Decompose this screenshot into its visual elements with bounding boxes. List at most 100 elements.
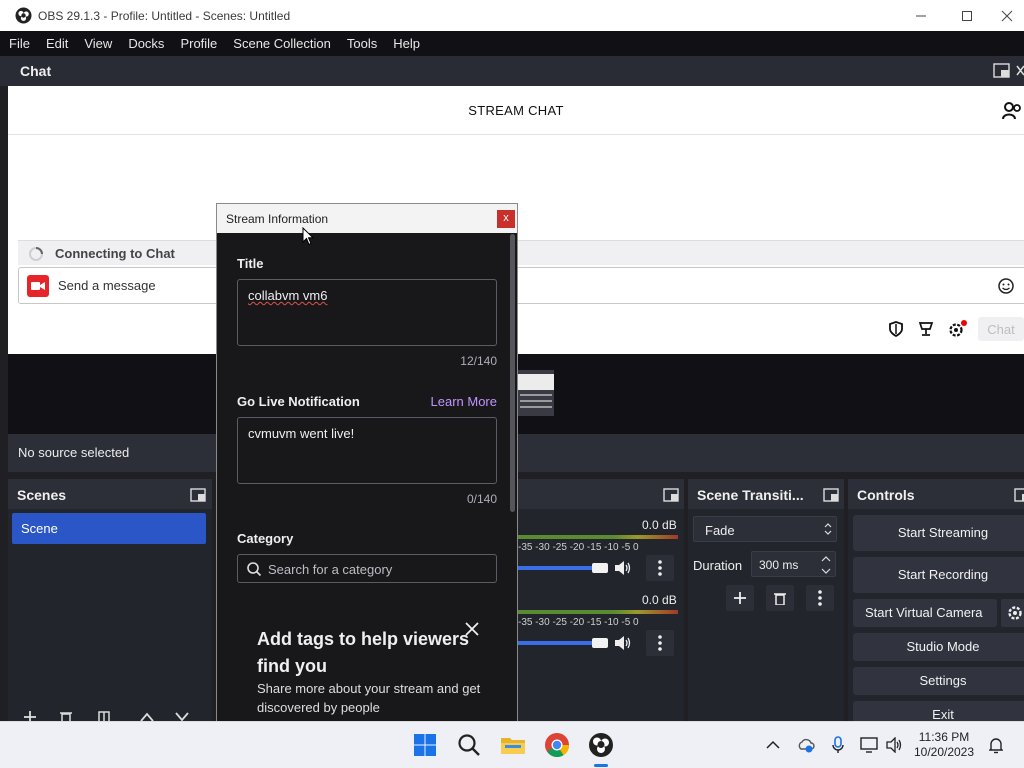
notification-value: cvmuvm went live! bbox=[248, 426, 355, 441]
menu-profile[interactable]: Profile bbox=[180, 36, 217, 51]
mixer-channel-1-menu-icon[interactable] bbox=[646, 555, 674, 581]
menu-scene-collection[interactable]: Scene Collection bbox=[233, 36, 331, 51]
windows-start-icon[interactable] bbox=[412, 732, 438, 758]
menu-bar: File Edit View Docks Profile Scene Colle… bbox=[0, 31, 1024, 56]
chat-divider bbox=[8, 134, 1024, 135]
windows-taskbar: 11:36 PM 10/20/2023 bbox=[0, 721, 1024, 768]
chat-dock-title: Chat bbox=[20, 63, 52, 79]
chat-send-button[interactable]: Chat bbox=[978, 317, 1024, 341]
menu-file[interactable]: File bbox=[9, 36, 30, 51]
mixer-channel-1-db: 0.0 dB bbox=[642, 518, 677, 532]
minimize-button[interactable] bbox=[898, 0, 944, 31]
shield-icon[interactable] bbox=[888, 321, 904, 337]
menu-tools[interactable]: Tools bbox=[347, 36, 377, 51]
tags-heading: Add tags to help viewers find you bbox=[257, 629, 470, 676]
emoji-icon[interactable] bbox=[998, 278, 1014, 294]
dialog-title: Stream Information bbox=[226, 212, 329, 226]
start-virtual-camera-button[interactable]: Start Virtual Camera bbox=[853, 599, 997, 627]
settings-button[interactable]: Settings bbox=[853, 667, 1024, 695]
window-title: OBS 29.1.3 - Profile: Untitled - Scenes:… bbox=[38, 9, 291, 23]
duration-label: Duration bbox=[693, 558, 743, 573]
no-source-text: No source selected bbox=[18, 445, 130, 460]
undock-icon[interactable] bbox=[190, 488, 206, 502]
title-char-count: 12/140 bbox=[460, 354, 497, 368]
transition-menu-icon[interactable] bbox=[806, 585, 834, 611]
virtual-camera-settings-icon[interactable] bbox=[1001, 599, 1024, 627]
mixer-channel-2-db: 0.0 dB bbox=[642, 593, 677, 607]
add-transition-icon[interactable] bbox=[726, 585, 754, 611]
category-label: Category bbox=[237, 531, 294, 546]
dialog-close-button[interactable]: x bbox=[497, 210, 515, 228]
message-placeholder: Send a message bbox=[58, 278, 156, 293]
connecting-banner: Connecting to Chat bbox=[18, 240, 1024, 265]
scene-list-item[interactable]: Scene bbox=[12, 513, 206, 544]
menu-edit[interactable]: Edit bbox=[46, 36, 68, 51]
controls-dock-header: Controls bbox=[848, 479, 1024, 509]
notification-input[interactable]: cvmuvm went live! bbox=[237, 417, 497, 484]
undock-icon[interactable] bbox=[993, 63, 1010, 78]
obs-taskbar-icon[interactable] bbox=[588, 732, 614, 758]
undock-icon[interactable] bbox=[1014, 488, 1024, 502]
mixer-channel-1-meter bbox=[516, 535, 678, 539]
mixer-channel-2-menu-icon[interactable] bbox=[646, 630, 674, 656]
chat-message-input[interactable]: Send a message bbox=[18, 267, 1024, 304]
stream-information-dialog: Stream Information x Title collabvm vm6 … bbox=[216, 203, 518, 723]
controls-dock: Controls Start Streaming Start Recording… bbox=[848, 479, 1024, 729]
category-search-input[interactable]: Search for a category bbox=[237, 554, 497, 583]
network-cloud-icon[interactable] bbox=[797, 737, 815, 753]
undock-icon[interactable] bbox=[663, 488, 679, 502]
chrome-icon[interactable] bbox=[544, 732, 570, 758]
mixer-channel-1-ticks: -35 -30 -25 -20 -15 -10 -5 0 bbox=[518, 542, 639, 553]
scenes-dock-header: Scenes bbox=[8, 479, 212, 509]
mixer-channel-1-knob[interactable] bbox=[592, 563, 608, 573]
stream-chat-header: STREAM CHAT bbox=[468, 103, 564, 118]
maximize-button[interactable] bbox=[944, 0, 990, 31]
tags-description: Share more about your stream and get dis… bbox=[257, 681, 481, 715]
title-input[interactable]: collabvm vm6 bbox=[237, 279, 497, 346]
scenes-dock-title: Scenes bbox=[17, 487, 67, 503]
microphone-icon[interactable] bbox=[832, 736, 844, 754]
scene-transitions-dock: Scene Transiti... Fade Duration 300 ms bbox=[688, 479, 844, 721]
speaker-icon[interactable] bbox=[614, 635, 632, 651]
users-icon[interactable] bbox=[1002, 102, 1022, 120]
notification-bell-icon[interactable] bbox=[989, 736, 1003, 754]
transitions-dock-title: Scene Transiti... bbox=[697, 487, 804, 503]
mouse-cursor-icon bbox=[302, 227, 314, 246]
spin-arrows-icon[interactable] bbox=[821, 555, 831, 575]
taskbar-clock[interactable]: 11:36 PM 10/20/2023 bbox=[912, 730, 976, 760]
chevron-up-icon[interactable] bbox=[766, 740, 780, 750]
menu-help[interactable]: Help bbox=[393, 36, 420, 51]
obs-logo-icon bbox=[15, 7, 32, 24]
menu-docks[interactable]: Docks bbox=[128, 36, 164, 51]
volume-icon[interactable] bbox=[886, 737, 904, 753]
close-dock-icon[interactable] bbox=[1016, 65, 1024, 76]
camera-icon bbox=[27, 275, 49, 297]
transition-select[interactable]: Fade bbox=[693, 516, 837, 542]
window-titlebar: OBS 29.1.3 - Profile: Untitled - Scenes:… bbox=[0, 0, 1024, 31]
close-window-button[interactable] bbox=[990, 0, 1024, 31]
trash-icon[interactable] bbox=[766, 585, 794, 611]
search-icon[interactable] bbox=[456, 732, 482, 758]
clock-time: 11:36 PM bbox=[918, 730, 970, 744]
mixer-channel-2-ticks: -35 -30 -25 -20 -15 -10 -5 0 bbox=[518, 617, 639, 628]
start-streaming-button[interactable]: Start Streaming bbox=[853, 515, 1024, 551]
menu-view[interactable]: View bbox=[84, 36, 112, 51]
chat-settings-icon[interactable] bbox=[948, 320, 968, 338]
duration-spinbox[interactable]: 300 ms bbox=[751, 551, 836, 577]
speaker-icon[interactable] bbox=[614, 560, 632, 576]
preview-thumbnail bbox=[518, 370, 554, 416]
dialog-scrollbar[interactable] bbox=[510, 234, 515, 512]
studio-mode-button[interactable]: Studio Mode bbox=[853, 633, 1024, 661]
active-app-indicator bbox=[594, 764, 608, 767]
mixer-channel-2-knob[interactable] bbox=[592, 638, 608, 648]
file-explorer-icon[interactable] bbox=[500, 732, 526, 758]
undock-icon[interactable] bbox=[823, 488, 839, 502]
clock-date: 10/20/2023 bbox=[913, 745, 975, 759]
chat-dock-header: Chat bbox=[0, 56, 1024, 86]
learn-more-link[interactable]: Learn More bbox=[417, 394, 497, 409]
transitions-dock-header: Scene Transiti... bbox=[688, 479, 844, 509]
display-icon[interactable] bbox=[860, 737, 878, 753]
search-icon bbox=[246, 561, 262, 577]
cup-icon[interactable] bbox=[918, 321, 934, 337]
start-recording-button[interactable]: Start Recording bbox=[853, 557, 1024, 593]
